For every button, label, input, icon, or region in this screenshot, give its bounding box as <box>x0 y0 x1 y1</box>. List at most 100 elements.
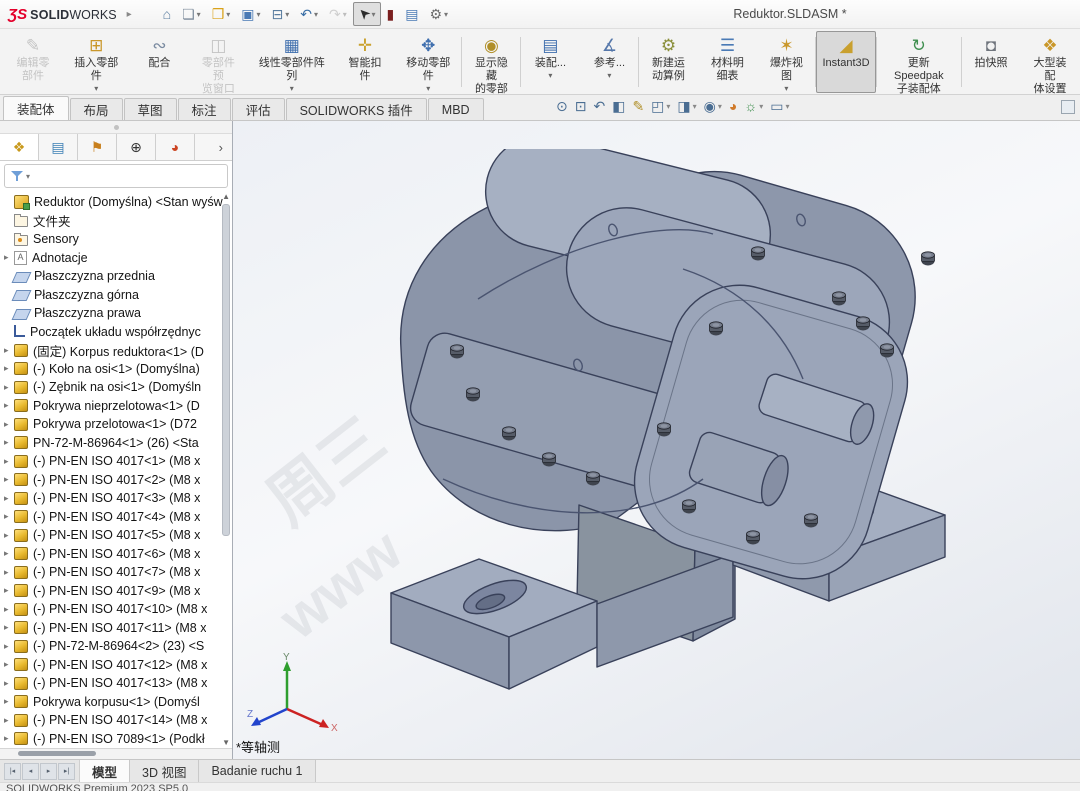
command-tab[interactable]: SOLIDWORKS 插件 <box>286 98 427 120</box>
fm-tabs-overflow-arrow-icon[interactable]: › <box>210 134 232 160</box>
expand-arrow-icon[interactable]: ▸ <box>4 382 9 392</box>
edit-component-icon[interactable]: ✎ 编辑零 部件 <box>4 31 62 93</box>
take-snapshot-icon[interactable]: ◘ 拍快照 <box>962 31 1020 93</box>
graphics-viewport[interactable]: 周三 www <box>233 121 1080 759</box>
previous-view-icon[interactable]: ↶ <box>593 99 605 113</box>
component-preview-icon[interactable]: ◫ 零部件预 览窗口 <box>189 31 247 93</box>
tab-nav-button[interactable]: ▸| <box>58 763 75 780</box>
gearbox-3d-model[interactable] <box>383 149 1003 709</box>
command-tab[interactable]: 布局 <box>70 98 123 120</box>
expand-arrow-icon[interactable]: ▸ <box>4 474 9 484</box>
expand-arrow-icon[interactable]: ▸ <box>4 678 9 688</box>
reference-geometry-icon[interactable]: ∡ 参考... ▾ <box>580 31 638 93</box>
dropdown-caret-icon[interactable]: ▾ <box>759 102 763 111</box>
tree-scroll-up-icon[interactable]: ▲ <box>222 192 230 201</box>
tree-item[interactable]: ▸ (-) PN-EN ISO 4017<12> (M8 x <box>0 656 232 675</box>
view-orientation-icon[interactable]: ◰ ▾ <box>651 99 670 113</box>
hscroll-thumb[interactable] <box>18 751 96 756</box>
propertymanager-tab[interactable]: ▤ <box>39 134 78 160</box>
dropdown-caret-icon[interactable]: ▾ <box>548 71 552 80</box>
tree-item[interactable]: Sensory <box>0 230 232 249</box>
save-icon[interactable]: ▣ ▾ <box>236 2 265 26</box>
tree-item[interactable]: ▸ PN-72-M-86964<1> (26) <Sta <box>0 434 232 453</box>
home-icon[interactable]: ⌂ <box>158 2 176 26</box>
command-tab[interactable]: 标注 <box>178 98 231 120</box>
tree-item[interactable]: ▸ (-) PN-EN ISO 4017<9> (M8 x <box>0 582 232 601</box>
tab-nav-button[interactable]: ◂ <box>22 763 39 780</box>
dropdown-caret-icon[interactable]: ▾ <box>257 10 261 19</box>
expand-arrow-icon[interactable]: ▸ <box>4 419 9 429</box>
dropdown-caret-icon[interactable]: ▾ <box>444 10 448 19</box>
tree-item[interactable]: 文件夹 <box>0 212 232 231</box>
expand-arrow-icon[interactable]: ▸ <box>4 548 9 558</box>
expand-arrow-icon[interactable]: ▸ <box>4 456 9 466</box>
smart-fasteners-icon[interactable]: ✛ 智能扣 件 <box>336 31 394 93</box>
options-icon[interactable]: ⚙ ▾ <box>424 2 453 26</box>
new-motion-study-icon[interactable]: ⚙ 新建运 动算例 <box>639 31 697 93</box>
dropdown-caret-icon[interactable]: ▾ <box>290 84 294 93</box>
expand-arrow-icon[interactable]: ▸ <box>4 733 9 743</box>
edit-appearance-icon[interactable]: ◕ <box>729 99 737 113</box>
expand-arrow-icon[interactable]: ▸ <box>4 696 9 706</box>
select-icon[interactable]: ➤ ▾ <box>353 2 381 26</box>
command-tab[interactable]: 草图 <box>124 98 177 120</box>
redo-icon[interactable]: ↷ ▾ <box>324 2 352 26</box>
tree-item[interactable]: ▸ (-) Koło na osi<1> (Domyślna) <box>0 360 232 379</box>
large-assembly-settings-icon[interactable]: ❖ 大型装配 体设置 <box>1021 31 1079 93</box>
expand-arrow-icon[interactable]: ▸ <box>4 585 9 595</box>
print-icon[interactable]: ⊟ ▾ <box>267 2 295 26</box>
expand-arrow-icon[interactable]: ▸ <box>4 567 9 577</box>
show-hidden-components-icon[interactable]: ◉ 显示隐藏 的零部件 <box>462 31 520 93</box>
command-tab[interactable]: 装配体 <box>3 96 69 120</box>
expand-arrow-icon[interactable]: ▸ <box>4 493 9 503</box>
command-tab[interactable]: MBD <box>428 98 484 120</box>
tree-scroll-down-icon[interactable]: ▼ <box>222 738 230 747</box>
tree-item[interactable]: Płaszczyzna górna <box>0 286 232 305</box>
featuremanager-tree-tab[interactable]: ❖ <box>0 134 39 160</box>
tree-item[interactable]: ▸ Pokrywa nieprzelotowa<1> (D <box>0 397 232 416</box>
menu-flyout-arrow-icon[interactable]: ▸ <box>127 9 132 20</box>
move-component-icon[interactable]: ✥ 移动零部件 ▾ <box>395 31 461 93</box>
view-settings-icon[interactable]: ▭ ▾ <box>770 99 789 113</box>
zoom-fit-icon[interactable]: ⊙ <box>556 99 568 113</box>
document-tab[interactable]: 3D 视图 <box>130 760 199 782</box>
tree-item[interactable]: ▸ Adnotacje <box>0 249 232 268</box>
tree-item[interactable]: ▸ (-) PN-EN ISO 4017<11> (M8 x <box>0 619 232 638</box>
dropdown-caret-icon[interactable]: ▾ <box>785 102 789 111</box>
dimxpertmanager-tab[interactable]: ⊕ <box>117 134 156 160</box>
expand-arrow-icon[interactable]: ▸ <box>4 604 9 614</box>
tree-filter-input[interactable]: ▾ <box>4 164 228 188</box>
expand-arrow-icon[interactable]: ▸ <box>4 530 9 540</box>
task-pane-icon[interactable]: ▤ <box>400 2 423 26</box>
document-tab[interactable]: Badanie ruchu 1 <box>199 760 315 782</box>
document-tab[interactable]: 模型 <box>80 760 130 782</box>
expand-arrow-icon[interactable]: ▸ <box>4 400 9 410</box>
display-pane-toggle-icon[interactable] <box>1061 100 1075 114</box>
tree-item[interactable]: ▸ (-) PN-EN ISO 4017<1> (M8 x <box>0 452 232 471</box>
tree-item[interactable]: ▸ (-) PN-EN ISO 7089<1> (Podkł <box>0 730 232 749</box>
dropdown-caret-icon[interactable]: ▾ <box>94 84 98 93</box>
tree-item[interactable]: ▸ (固定) Korpus reduktora<1> (D <box>0 341 232 360</box>
tree-item[interactable]: ▸ (-) PN-EN ISO 4017<4> (M8 x <box>0 508 232 527</box>
tree-item[interactable]: Płaszczyzna przednia <box>0 267 232 286</box>
apply-scene-icon[interactable]: ☼ ▾ <box>744 99 763 113</box>
new-document-icon[interactable]: ❏ ▾ <box>177 2 206 26</box>
tree-item[interactable]: ▸ (-) PN-EN ISO 4017<7> (M8 x <box>0 563 232 582</box>
display-style-icon[interactable]: ◨ ▾ <box>677 99 696 113</box>
expand-arrow-icon[interactable]: ▸ <box>4 622 9 632</box>
dropdown-caret-icon[interactable]: ▾ <box>197 10 201 19</box>
dropdown-caret-icon[interactable]: ▾ <box>607 71 611 80</box>
hide-show-items-icon[interactable]: ◉ ▾ <box>704 99 722 113</box>
tree-item[interactable]: ▸ (-) PN-EN ISO 4017<10> (M8 x <box>0 600 232 619</box>
expand-arrow-icon[interactable]: ▸ <box>4 363 9 373</box>
linear-pattern-icon[interactable]: ▦ 线性零部件阵列 ▾ <box>248 31 335 93</box>
performance-icon[interactable]: ▮ <box>382 2 400 26</box>
dropdown-caret-icon[interactable]: ▾ <box>285 10 289 19</box>
dropdown-caret-icon[interactable]: ▾ <box>343 10 347 19</box>
panel-splitter[interactable] <box>0 121 232 134</box>
tree-item[interactable]: ▸ (-) PN-EN ISO 4017<5> (M8 x <box>0 526 232 545</box>
tree-item[interactable]: ▸ (-) PN-72-M-86964<2> (23) <S <box>0 637 232 656</box>
tree-item[interactable]: ▸ (-) PN-EN ISO 4017<13> (M8 x <box>0 674 232 693</box>
dropdown-caret-icon[interactable]: ▾ <box>426 84 430 93</box>
filter-caret-icon[interactable]: ▾ <box>26 172 30 181</box>
